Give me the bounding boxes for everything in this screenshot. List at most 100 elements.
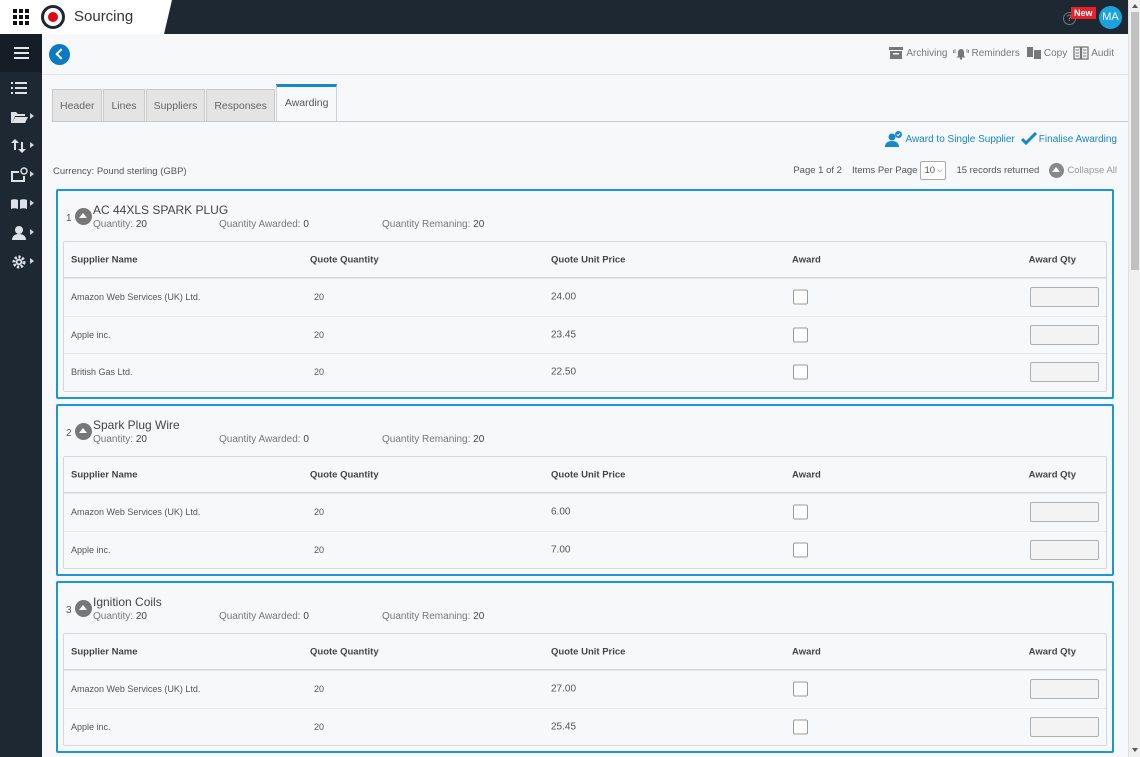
archiving-button[interactable]: Archiving bbox=[888, 46, 947, 60]
supplier-name: Amazon Web Services (UK) Ltd. bbox=[71, 684, 201, 695]
nav-item-library[interactable] bbox=[10, 196, 38, 216]
quotes-table: Supplier Name Quote Quantity Quote Unit … bbox=[63, 456, 1107, 569]
award-checkbox[interactable] bbox=[793, 327, 808, 343]
col-award: Award bbox=[792, 254, 821, 265]
menu-toggle-button[interactable] bbox=[0, 34, 42, 72]
collapse-line-icon[interactable] bbox=[75, 423, 92, 440]
user-check-icon bbox=[885, 131, 903, 147]
toolbar: Archiving Reminders Copy Audit bbox=[888, 46, 1114, 60]
scroll-thumb[interactable] bbox=[1131, 12, 1139, 270]
table-row: Apple inc. 20 25.45 bbox=[64, 707, 1106, 746]
line-quantity: Quantity: 20 bbox=[93, 611, 147, 622]
nav-item-users[interactable] bbox=[10, 225, 38, 245]
reminders-label: Reminders bbox=[971, 47, 1020, 59]
finalise-awarding-label: Finalise Awarding bbox=[1038, 133, 1117, 145]
nav-item-inbox[interactable] bbox=[10, 167, 38, 187]
award-checkbox[interactable] bbox=[793, 289, 808, 305]
items-per-page-select[interactable]: 10 ⌵ bbox=[920, 161, 947, 180]
line-header: 3 Ignition Coils Quantity: 20 Quantity A… bbox=[58, 583, 1112, 633]
line-title: Spark Plug Wire bbox=[93, 418, 180, 432]
items-per-page-value: 10 bbox=[924, 165, 936, 176]
page-scrollbar[interactable] bbox=[1128, 0, 1140, 757]
table-row: Amazon Web Services (UK) Ltd. 20 24.00 bbox=[64, 278, 1106, 316]
copy-icon bbox=[1026, 47, 1041, 59]
scroll-up-arrow-icon[interactable] bbox=[1132, 4, 1138, 8]
award-single-supplier-button[interactable]: Award to Single Supplier bbox=[885, 131, 1015, 147]
supplier-name: British Gas Ltd. bbox=[71, 367, 133, 378]
collapse-line-icon[interactable] bbox=[75, 600, 92, 617]
award-qty-input[interactable] bbox=[1030, 324, 1099, 345]
side-nav bbox=[0, 34, 42, 757]
tab-lines[interactable]: Lines bbox=[103, 89, 145, 122]
quote-quantity: 20 bbox=[314, 544, 325, 555]
col-supplier-name: Supplier Name bbox=[71, 646, 138, 657]
quote-quantity: 20 bbox=[314, 292, 325, 303]
divider bbox=[42, 74, 1128, 75]
col-quote-quantity: Quote Quantity bbox=[310, 646, 379, 657]
nav-item-settings[interactable] bbox=[10, 254, 38, 274]
award-qty-input[interactable] bbox=[1030, 716, 1099, 737]
col-quote-unit-price: Quote Unit Price bbox=[551, 469, 626, 480]
quote-unit-price: 23.45 bbox=[551, 329, 577, 341]
supplier-name: Amazon Web Services (UK) Ltd. bbox=[71, 507, 201, 518]
award-qty-input[interactable] bbox=[1030, 502, 1099, 523]
table-row: Apple inc. 20 7.00 bbox=[64, 530, 1106, 569]
tab-responses[interactable]: Responses bbox=[206, 89, 275, 122]
line-title: AC 44XLS SPARK PLUG bbox=[93, 203, 229, 217]
back-button[interactable] bbox=[49, 44, 70, 65]
tab-bar: Header Lines Suppliers Responses Awardin… bbox=[52, 84, 338, 122]
award-qty-input[interactable] bbox=[1030, 362, 1099, 383]
quote-unit-price: 7.00 bbox=[551, 544, 571, 556]
reminders-button[interactable]: Reminders bbox=[953, 46, 1020, 60]
award-checkbox[interactable] bbox=[793, 719, 808, 735]
award-checkbox[interactable] bbox=[793, 504, 808, 520]
pagination: Page 1 of 2 Items Per Page 10 ⌵ 15 recor… bbox=[783, 161, 1117, 180]
nav-item-list[interactable] bbox=[10, 80, 38, 100]
caret-right-icon bbox=[30, 229, 34, 235]
quote-unit-price: 25.45 bbox=[551, 721, 577, 733]
col-quote-quantity: Quote Quantity bbox=[310, 469, 379, 480]
collapse-line-icon[interactable] bbox=[75, 208, 92, 225]
hamburger-icon bbox=[14, 47, 29, 59]
award-checkbox[interactable] bbox=[793, 681, 808, 697]
award-checkbox[interactable] bbox=[793, 542, 808, 558]
award-checkbox[interactable] bbox=[793, 364, 808, 380]
copy-button[interactable]: Copy bbox=[1026, 46, 1067, 60]
nav-item-folders[interactable] bbox=[10, 109, 38, 129]
supplier-name: Apple inc. bbox=[71, 329, 111, 340]
line-quantity-remaining: Quantity Remaning: 20 bbox=[382, 219, 485, 230]
award-qty-input[interactable] bbox=[1030, 679, 1099, 700]
award-qty-input[interactable] bbox=[1030, 287, 1099, 308]
tab-header[interactable]: Header bbox=[52, 89, 103, 122]
user-icon bbox=[12, 226, 26, 240]
gear-icon bbox=[12, 255, 26, 269]
tab-suppliers[interactable]: Suppliers bbox=[145, 89, 206, 122]
line-header: 1 AC 44XLS SPARK PLUG Quantity: 20 Quant… bbox=[58, 191, 1112, 241]
quotes-table: Supplier Name Quote Quantity Quote Unit … bbox=[63, 241, 1107, 392]
items-per-page-label: Items Per Page bbox=[851, 165, 918, 176]
user-avatar[interactable]: MA bbox=[1099, 6, 1122, 29]
finalise-awarding-button[interactable]: Finalise Awarding bbox=[1020, 132, 1117, 146]
col-quote-quantity: Quote Quantity bbox=[310, 254, 379, 265]
line-item-card: 1 AC 44XLS SPARK PLUG Quantity: 20 Quant… bbox=[56, 189, 1114, 399]
collapse-all-label: Collapse All bbox=[1067, 165, 1117, 176]
scroll-down-arrow-icon[interactable] bbox=[1132, 748, 1138, 752]
collapse-all-button[interactable]: Collapse All bbox=[1049, 163, 1117, 178]
line-item-card: 2 Spark Plug Wire Quantity: 20 Quantity … bbox=[56, 404, 1114, 576]
nav-item-transfers[interactable] bbox=[10, 138, 38, 158]
quote-quantity: 20 bbox=[314, 367, 325, 378]
app-grid-icon[interactable] bbox=[13, 9, 29, 25]
new-badge: New bbox=[1071, 7, 1096, 19]
list-icon bbox=[11, 82, 27, 94]
audit-button[interactable]: Audit bbox=[1073, 46, 1114, 60]
tab-awarding[interactable]: Awarding bbox=[275, 84, 338, 122]
supplier-name: Apple inc. bbox=[71, 721, 111, 732]
line-header: 2 Spark Plug Wire Quantity: 20 Quantity … bbox=[58, 406, 1112, 456]
col-award: Award bbox=[792, 469, 821, 480]
table-row: Amazon Web Services (UK) Ltd. 20 27.00 bbox=[64, 670, 1106, 708]
copy-label: Copy bbox=[1043, 47, 1068, 59]
awarding-actions: Award to Single Supplier Finalise Awardi… bbox=[885, 131, 1117, 147]
currency-label: Currency: Pound sterling (GBP) bbox=[53, 166, 187, 177]
award-qty-input[interactable] bbox=[1030, 539, 1099, 560]
line-quantity: Quantity: 20 bbox=[93, 434, 147, 445]
